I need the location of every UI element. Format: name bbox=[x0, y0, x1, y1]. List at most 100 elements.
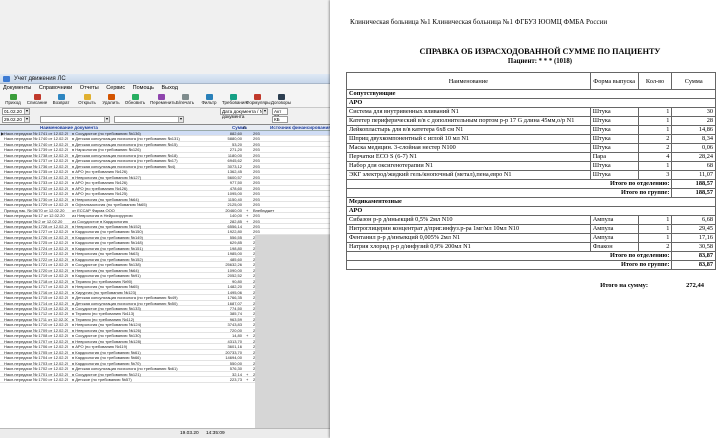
item-amount: 29,45 bbox=[671, 224, 716, 234]
item-amount: 30,58 bbox=[671, 242, 716, 252]
item-qty: 3 bbox=[637, 170, 673, 180]
menu-reports[interactable]: Отчеты bbox=[77, 84, 102, 93]
item-qty: 1 bbox=[637, 107, 673, 117]
item-qty: 1 bbox=[637, 224, 673, 234]
department-select[interactable]: ▼ bbox=[40, 116, 110, 123]
item-amount: 8,34 bbox=[671, 134, 716, 144]
menu-help[interactable]: Помощь bbox=[130, 84, 157, 93]
menu-directories[interactable]: Справочники bbox=[36, 84, 75, 93]
item-form: Штука bbox=[589, 134, 639, 144]
item-name: Сибазон р-р д/иньекций 0,5% 2мл N10 bbox=[346, 215, 591, 225]
grand-total-label: Итого на сумму: bbox=[600, 282, 648, 289]
chevron-down-icon[interactable]: ▼ bbox=[24, 117, 29, 122]
group-name: Медикаментозные bbox=[346, 197, 716, 207]
item-form: Ампула bbox=[589, 215, 639, 225]
status-time: 14:35:09 bbox=[206, 431, 225, 436]
patient-expense-report: Клиническая больница №1 Клиническая боль… bbox=[330, 0, 720, 438]
item-form: Ампула bbox=[589, 233, 639, 243]
cell-document: Накл.передачи № 1700 от 12.02.20 bbox=[4, 377, 68, 383]
chevron-down-icon[interactable]: ▼ bbox=[262, 109, 267, 114]
item-qty: 1 bbox=[637, 116, 673, 126]
item-name: Фентанил р-р д/инъекций 0,005% 2мл N1 bbox=[346, 233, 591, 243]
group-total-label: Итого по группе: bbox=[345, 188, 673, 198]
item-row: Нитроглицерин концентрат д/приг.инфуз.р-… bbox=[346, 224, 716, 234]
item-amount: 28 bbox=[671, 116, 716, 126]
income-button[interactable]: Приход bbox=[2, 94, 24, 107]
formularies-button[interactable]: Формуляры bbox=[246, 94, 271, 107]
contracts-button[interactable]: Договоры bbox=[270, 94, 292, 107]
item-form: Штука bbox=[589, 170, 639, 180]
item-amount: 28,24 bbox=[671, 152, 716, 162]
refresh-button[interactable]: Обновить bbox=[124, 94, 146, 107]
col-amount: Сумма bbox=[671, 72, 716, 90]
report-title: СПРАВКА ОБ ИЗРАСХОДОВАННОЙ СУММЕ ПО ПАЦИ… bbox=[419, 47, 661, 56]
menu-exit[interactable]: Выход bbox=[158, 84, 180, 93]
col-name: Наименование bbox=[346, 72, 591, 90]
item-name: Шприц двухкомпонентный с иглой 10 мл N1 bbox=[346, 134, 591, 144]
ckb-field[interactable]: КБ bbox=[272, 116, 288, 123]
item-row: ЭКГ электрод/жидкий гель/кнопочный (мета… bbox=[346, 170, 716, 180]
item-amount: 68 bbox=[671, 161, 716, 171]
item-row: Маска медицин. 3-слойная нестер N100 Штук… bbox=[346, 143, 716, 153]
item-amount: 0,06 bbox=[671, 143, 716, 153]
filter-button[interactable]: Фильтр bbox=[198, 94, 220, 107]
item-form: Штука bbox=[589, 116, 639, 126]
menu-documents[interactable]: Документы bbox=[0, 84, 34, 93]
item-form: Штука bbox=[589, 143, 639, 153]
item-qty: 1 bbox=[637, 233, 673, 243]
change-button[interactable]: Переменить bbox=[150, 94, 176, 107]
item-qty: 2 bbox=[637, 143, 673, 153]
grand-total-value: 272,44 bbox=[686, 282, 704, 289]
group-name: Сопутствующие bbox=[346, 89, 716, 99]
item-row: Набор для оксигенотерапии N1 Штука 1 68 bbox=[346, 161, 716, 171]
supplier-select[interactable]: ▼ bbox=[114, 116, 184, 123]
department-row: АРО bbox=[346, 98, 716, 108]
item-qty: 1 bbox=[637, 215, 673, 225]
group-row: Сопутствующие bbox=[346, 89, 716, 99]
date-to-field[interactable]: 29.02.20 ▼ bbox=[2, 116, 30, 123]
chevron-down-icon[interactable]: ▼ bbox=[178, 117, 183, 122]
cell-destination: в Детское (по требованию №57) bbox=[72, 377, 132, 383]
item-name: Натрия хлорид р-р д/инфузий 0,9% 200мл N… bbox=[346, 242, 591, 252]
chevron-down-icon[interactable]: ▼ bbox=[104, 117, 109, 122]
date-from-field[interactable]: 01.02.20 ▼ bbox=[2, 108, 30, 115]
item-qty: 2 bbox=[637, 134, 673, 144]
item-row: Сибазон р-р д/иньекций 0,5% 2мл N10 Ампул… bbox=[346, 215, 716, 225]
item-form: Штука bbox=[589, 107, 639, 117]
dept-total-label: Итого по отделению: bbox=[345, 179, 673, 189]
patient-line: Пациент: * * * (1018) bbox=[507, 58, 573, 65]
item-amount: 30 bbox=[671, 107, 716, 117]
writeoff-button[interactable]: Списание bbox=[26, 94, 48, 107]
chevron-down-icon[interactable]: ▼ bbox=[24, 109, 29, 114]
cell-sum: 223,73 bbox=[229, 377, 242, 383]
col-form: Форма выпуска bbox=[589, 72, 639, 90]
group-total-row: Итого по группе: 83,87 bbox=[345, 260, 716, 270]
item-row: Катетер периферический в/в с дополнитель… bbox=[346, 116, 716, 126]
print-button[interactable]: Б/печать bbox=[174, 94, 196, 107]
group-row: Медикаментозные bbox=[346, 197, 716, 207]
department-row: АРО bbox=[346, 206, 716, 216]
dept-total-row: Итого по отделению: 188,57 bbox=[345, 179, 716, 189]
dept-total-row: Итого по отделению: 83,87 bbox=[345, 251, 716, 261]
col-qty: Кол-во bbox=[637, 72, 673, 90]
delete-button[interactable]: Удалить bbox=[100, 94, 122, 107]
group-total-row: Итого по группе: 188,57 bbox=[345, 188, 716, 198]
return-button[interactable]: Возврат bbox=[50, 94, 72, 107]
item-amount: 6,68 bbox=[671, 215, 716, 225]
app-title: Учет движения ЛС bbox=[14, 76, 66, 82]
item-qty: 1 bbox=[637, 161, 673, 171]
act-field[interactable]: Акт 07 bbox=[272, 108, 288, 119]
group-total-value: 83,87 bbox=[671, 260, 716, 270]
menu-service[interactable]: Сервис bbox=[103, 84, 128, 93]
item-row: Лейкопластырь для в/в катетера 6х8 см N1… bbox=[346, 125, 716, 135]
item-form: Ампула bbox=[589, 224, 639, 234]
item-amount: 17,16 bbox=[671, 233, 716, 243]
app-icon bbox=[3, 76, 10, 82]
requirements-button[interactable]: Требования bbox=[222, 94, 247, 107]
item-name: Система для внутривенных вливаний N1 bbox=[346, 107, 591, 117]
item-name: Перчатки ЕСО S (6-7) N1 bbox=[346, 152, 591, 162]
item-form: Штука bbox=[589, 161, 639, 171]
sort-select[interactable]: Дата документа / № документа ▼ bbox=[220, 108, 268, 119]
open-button[interactable]: Открыть bbox=[76, 94, 98, 107]
department-name: АРО bbox=[346, 206, 716, 216]
